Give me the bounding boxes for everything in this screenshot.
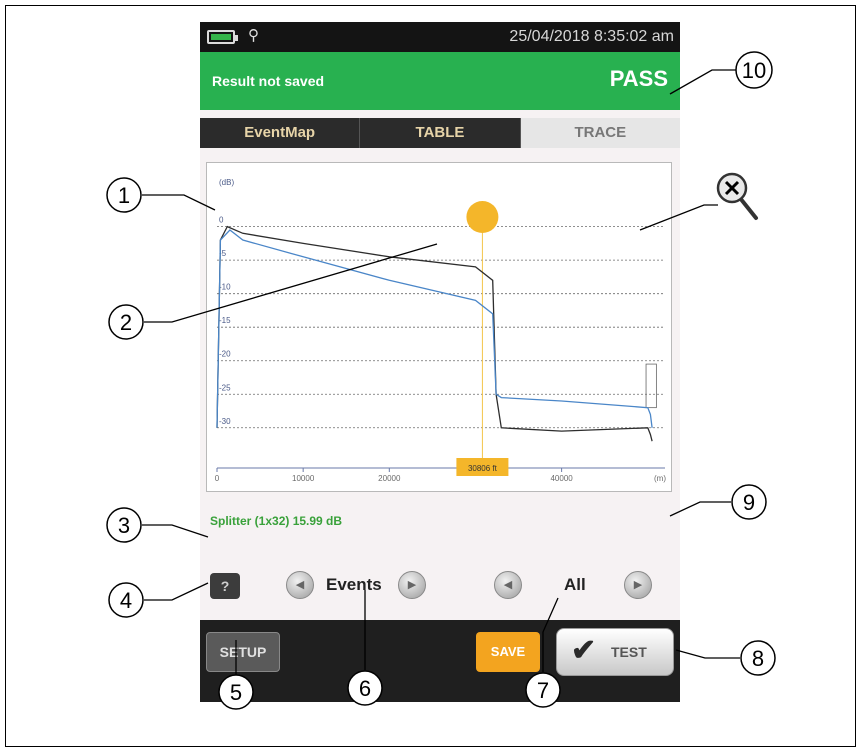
callout-1: 1 [118,183,130,208]
callout-8: 8 [752,646,764,671]
callout-2: 2 [120,310,132,335]
callout-overlay: 1 2 3 4 5 6 7 8 9 10 [106,51,776,710]
callout-5: 5 [230,680,242,705]
callout-4: 4 [120,588,132,613]
zoom-out-icon[interactable] [716,172,758,220]
callout-10: 10 [742,58,766,83]
callout-9: 9 [743,490,755,515]
callout-3: 3 [118,513,130,538]
callout-7: 7 [537,678,549,703]
callout-6: 6 [359,676,371,701]
